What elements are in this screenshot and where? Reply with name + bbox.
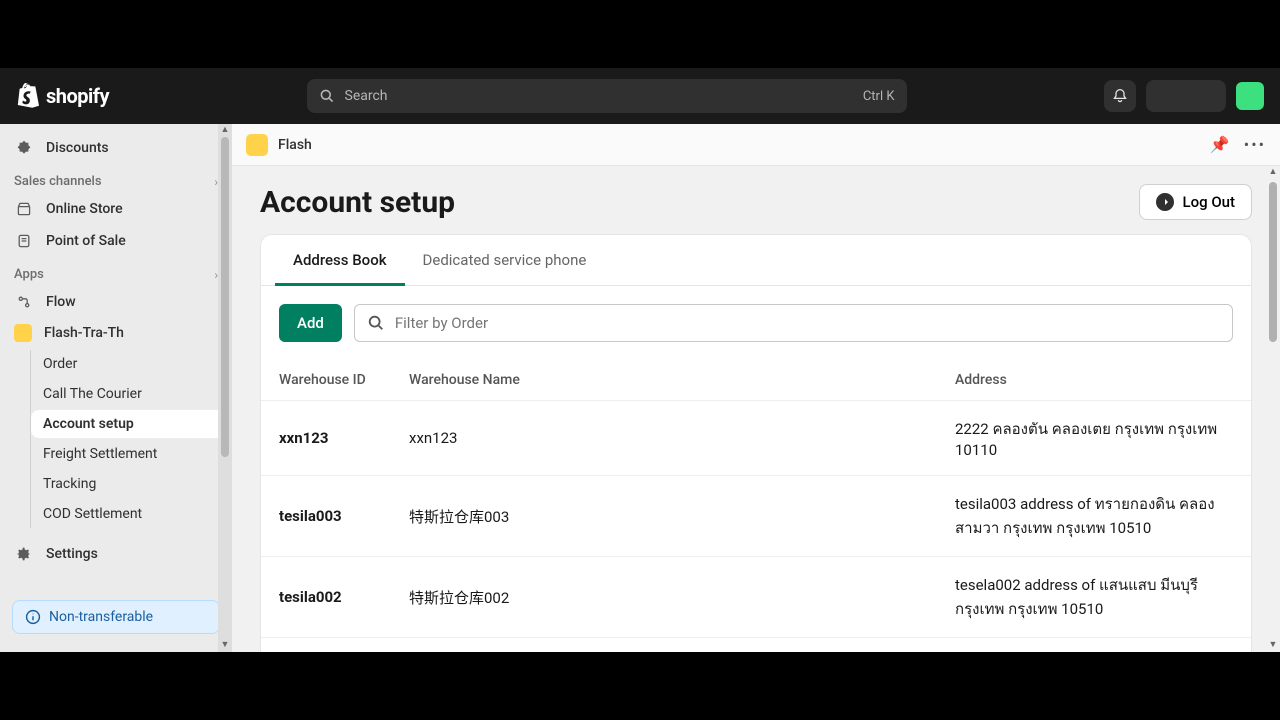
- sidebar-section-apps[interactable]: Apps ›: [0, 257, 232, 286]
- tab-dedicated-phone[interactable]: Dedicated service phone: [405, 235, 605, 285]
- sidebar-sub-call-courier[interactable]: Call The Courier: [31, 380, 224, 408]
- topbar: shopify Search Ctrl K: [0, 68, 1280, 124]
- notifications-button[interactable]: [1104, 80, 1136, 112]
- brand-text: shopify: [46, 84, 109, 108]
- scroll-up-icon: ▲: [221, 126, 230, 135]
- sidebar-label: Flash-Tra-Th: [44, 325, 124, 341]
- info-icon: [25, 609, 41, 625]
- filter-input-wrap[interactable]: [354, 304, 1233, 342]
- sidebar-item-online-store[interactable]: Online Store: [0, 193, 232, 225]
- search-icon: [319, 88, 335, 104]
- content-card: Address Book Dedicated service phone Add: [260, 234, 1252, 652]
- bell-icon: [1112, 88, 1128, 104]
- table-row[interactable]: tesila001 特斯拉仓库001 tesila1 address of คล…: [261, 638, 1251, 653]
- sidebar-item-flow[interactable]: Flow: [0, 286, 232, 318]
- global-search[interactable]: Search Ctrl K: [307, 79, 907, 113]
- main-panel: Flash 📌 ••• Account setup Log Out: [232, 124, 1280, 652]
- sidebar-scrollbar[interactable]: ▲ ▼: [218, 124, 232, 652]
- more-icon[interactable]: •••: [1244, 135, 1266, 154]
- th-wname: Warehouse Name: [391, 360, 937, 401]
- flash-icon: [14, 324, 32, 342]
- sidebar-item-flash-app[interactable]: Flash-Tra-Th: [0, 318, 232, 348]
- tabs: Address Book Dedicated service phone: [261, 235, 1251, 286]
- app-name: Flash: [278, 137, 312, 153]
- search-placeholder: Search: [345, 88, 853, 104]
- sidebar-sub-order[interactable]: Order: [31, 350, 224, 378]
- store-icon: [14, 199, 34, 219]
- sidebar-section-sales-channels[interactable]: Sales channels ›: [0, 164, 232, 193]
- sidebar-sub-freight[interactable]: Freight Settlement: [31, 440, 224, 468]
- scroll-down-icon: ▼: [221, 641, 230, 650]
- page-title: Account setup: [260, 185, 455, 220]
- sidebar-item-pos[interactable]: Point of Sale: [0, 225, 232, 257]
- sidebar-label: Discounts: [46, 140, 109, 156]
- scrollbar-thumb[interactable]: [1269, 182, 1277, 342]
- pin-icon[interactable]: 📌: [1210, 135, 1230, 154]
- store-selector[interactable]: [1146, 80, 1226, 112]
- sidebar-sub-cod[interactable]: COD Settlement: [31, 500, 224, 528]
- th-wid: Warehouse ID: [261, 360, 391, 401]
- sidebar-item-settings[interactable]: Settings: [0, 538, 232, 570]
- th-addr: Address: [937, 360, 1251, 401]
- logout-button[interactable]: Log Out: [1139, 184, 1252, 220]
- sidebar-label: Flow: [46, 294, 76, 310]
- non-transferable-badge: Non-transferable: [12, 600, 220, 634]
- brand-logo[interactable]: shopify: [16, 83, 109, 109]
- scroll-down-icon: ▼: [1269, 641, 1278, 650]
- warehouse-table: Warehouse ID Warehouse Name Address xxn1…: [261, 360, 1251, 652]
- sidebar-sub-tracking[interactable]: Tracking: [31, 470, 224, 498]
- pos-icon: [14, 231, 34, 251]
- sidebar-label: Online Store: [46, 201, 123, 217]
- table-row[interactable]: xxn123 xxn123 2222 คลองตัน คลองเตย กรุงเ…: [261, 401, 1251, 476]
- scroll-up-icon: ▲: [1269, 168, 1278, 177]
- tab-address-book[interactable]: Address Book: [275, 235, 405, 285]
- main-scrollbar[interactable]: ▲ ▼: [1266, 166, 1280, 652]
- sidebar-label: Point of Sale: [46, 233, 126, 249]
- gear-icon: [14, 544, 34, 564]
- sidebar: Discounts Sales channels › Online Store …: [0, 124, 232, 652]
- app-badge-icon: [246, 134, 268, 156]
- add-button[interactable]: Add: [279, 304, 342, 342]
- sidebar-sub-account-setup[interactable]: Account setup: [31, 410, 224, 438]
- sidebar-item-discounts[interactable]: Discounts: [0, 132, 232, 164]
- filter-input[interactable]: [395, 314, 1220, 332]
- scrollbar-thumb[interactable]: [221, 137, 229, 457]
- sidebar-label: Settings: [46, 546, 98, 562]
- logout-icon: [1156, 193, 1174, 211]
- table-row[interactable]: tesila003 特斯拉仓库003 tesila003 address of …: [261, 476, 1251, 557]
- table-row[interactable]: tesila002 特斯拉仓库002 tesela002 address of …: [261, 557, 1251, 638]
- discount-icon: [14, 138, 34, 158]
- app-header: Flash 📌 •••: [232, 124, 1280, 166]
- search-icon: [367, 314, 385, 332]
- search-kbd: Ctrl K: [863, 89, 895, 104]
- avatar[interactable]: [1236, 82, 1264, 110]
- flow-icon: [14, 292, 34, 312]
